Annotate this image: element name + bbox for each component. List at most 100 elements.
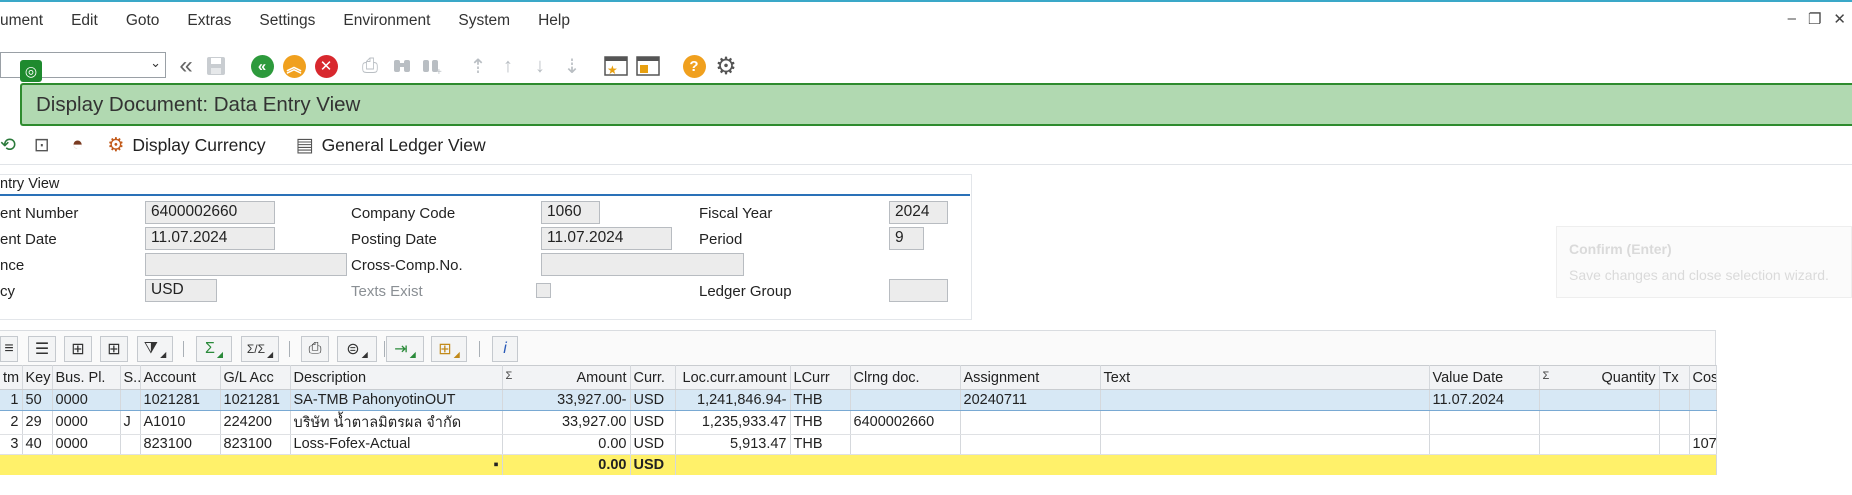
subtotal-icon[interactable]: Σ/Σ ◢ bbox=[241, 336, 279, 362]
cell-value-date bbox=[1429, 410, 1540, 435]
document-date-field[interactable]: 11.07.2024 bbox=[145, 227, 275, 250]
posting-date-field[interactable]: 11.07.2024 bbox=[541, 227, 672, 250]
find-icon[interactable]: ⊞ bbox=[64, 336, 92, 362]
cell-key: 29 bbox=[22, 410, 53, 435]
restore-icon[interactable]: ❐ bbox=[1808, 10, 1821, 28]
save-icon[interactable] bbox=[204, 54, 228, 78]
tooltip-title: Confirm (Enter) bbox=[1569, 241, 1672, 257]
col-assignment[interactable]: Assignment bbox=[960, 365, 1101, 390]
filter-icon[interactable]: ⧩ ◢ bbox=[137, 336, 173, 362]
col-clrng-doc[interactable]: Clrng doc. bbox=[850, 365, 961, 390]
application-toolbar: ⟲ ⊡ ◓ ⚙ Display Currency ▤ General Ledge… bbox=[0, 130, 486, 160]
separator bbox=[183, 341, 184, 357]
print-icon[interactable]: ⎙ bbox=[358, 54, 382, 78]
previous-page-icon[interactable]: ↑ bbox=[496, 54, 520, 78]
col-value-date[interactable]: Value Date bbox=[1429, 365, 1540, 390]
find-next-icon[interactable]: ⊞ bbox=[100, 336, 128, 362]
menu-edit[interactable]: Edit bbox=[57, 12, 112, 30]
general-ledger-view-button[interactable]: General Ledger View bbox=[322, 135, 486, 156]
col-s[interactable]: S... bbox=[120, 365, 141, 390]
find-icon[interactable] bbox=[390, 54, 414, 78]
col-cos[interactable]: Cos bbox=[1689, 365, 1717, 390]
next-page-icon[interactable]: ↓ bbox=[528, 54, 552, 78]
col-key[interactable]: Key bbox=[22, 365, 53, 390]
table-row[interactable]: 1 50 0000 1021281 1021281 SA-TMB Pahonyo… bbox=[0, 389, 1717, 411]
exit-icon[interactable]: ︽ bbox=[282, 54, 306, 78]
last-page-icon[interactable]: ⇣ bbox=[560, 54, 584, 78]
cell-lcurr: THB bbox=[790, 389, 851, 411]
find-next-icon[interactable]: + bbox=[420, 54, 444, 78]
col-tx[interactable]: Tx bbox=[1659, 365, 1690, 390]
back-icon[interactable]: « bbox=[250, 54, 274, 78]
menu-environment[interactable]: Environment bbox=[329, 12, 444, 30]
menu-system[interactable]: System bbox=[444, 12, 524, 30]
table-row[interactable]: 2 29 0000 J A1010 224200 บริษัท น้ำตาลมิ… bbox=[0, 410, 1717, 435]
col-account[interactable]: Account bbox=[140, 365, 221, 390]
document-search-icon[interactable]: ⊡ bbox=[34, 134, 50, 157]
cancel-icon[interactable]: ✕ bbox=[314, 54, 338, 78]
col-description[interactable]: Description bbox=[290, 365, 503, 390]
ledger-group-field[interactable] bbox=[889, 279, 948, 302]
create-session-icon[interactable]: ★ bbox=[604, 54, 628, 78]
layout-icon[interactable]: ⊞ ◢ bbox=[431, 336, 467, 362]
cell-gl-acc: 1021281 bbox=[220, 389, 291, 411]
cell-description: Loss-Fofex-Actual bbox=[290, 434, 503, 455]
view-icon[interactable]: ⊜ ◢ bbox=[337, 336, 377, 362]
chevron-down-icon[interactable]: ⌄ bbox=[150, 55, 161, 71]
menu-goto[interactable]: Goto bbox=[112, 12, 174, 30]
cell-curr: USD bbox=[630, 434, 676, 455]
col-bus-pl[interactable]: Bus. Pl. bbox=[52, 365, 121, 390]
company-code-field[interactable]: 1060 bbox=[541, 201, 600, 224]
cell-gl-acc: 823100 bbox=[220, 434, 291, 455]
refresh-icon[interactable]: ⟲ bbox=[0, 134, 16, 157]
ledger-icon[interactable]: ▤ bbox=[296, 134, 314, 157]
table-header: tm Key Bus. Pl. S... Account G/L Acc Des… bbox=[0, 365, 1717, 390]
col-quantity[interactable]: Σ Quantity bbox=[1539, 365, 1660, 390]
info-icon[interactable]: i bbox=[492, 336, 518, 362]
menu-settings[interactable]: Settings bbox=[245, 12, 329, 30]
menu-help[interactable]: Help bbox=[524, 12, 584, 30]
col-curr[interactable]: Curr. bbox=[630, 365, 676, 390]
col-item[interactable]: tm bbox=[0, 365, 23, 390]
export-icon[interactable]: ⇥ ◢ bbox=[386, 336, 424, 362]
target-icon: ◎ bbox=[20, 60, 42, 82]
hat-icon[interactable]: ◓ bbox=[72, 134, 83, 156]
fiscal-year-field[interactable]: 2024 bbox=[889, 201, 948, 224]
col-amount[interactable]: Σ Amount bbox=[502, 365, 631, 390]
sort-icon[interactable]: ≡ bbox=[0, 336, 18, 362]
cell-clrng-doc: 6400002660 bbox=[850, 410, 961, 435]
close-window-icon[interactable]: ✕ bbox=[1833, 10, 1846, 28]
display-currency-button[interactable]: Display Currency bbox=[132, 135, 265, 156]
total-curr: USD bbox=[630, 454, 676, 475]
cross-comp-field[interactable] bbox=[541, 253, 744, 276]
cell-clrng-doc bbox=[850, 389, 961, 411]
currency-icon[interactable]: ⚙ bbox=[107, 134, 124, 157]
cell-clrng-doc bbox=[850, 434, 961, 455]
period-field[interactable]: 9 bbox=[889, 227, 924, 250]
cell-account: A1010 bbox=[140, 410, 221, 435]
print-icon[interactable]: ⎙ bbox=[301, 336, 329, 362]
col-lcurr[interactable]: LCurr bbox=[790, 365, 851, 390]
section-underline bbox=[0, 194, 970, 196]
col-text[interactable]: Text bbox=[1100, 365, 1430, 390]
menu-extras[interactable]: Extras bbox=[173, 12, 245, 30]
create-shortcut-icon[interactable] bbox=[636, 54, 660, 78]
sort-descending-icon[interactable]: ☰ bbox=[28, 336, 56, 362]
col-gl-acc[interactable]: G/L Acc bbox=[220, 365, 291, 390]
reference-field[interactable] bbox=[145, 253, 347, 276]
minimize-icon[interactable]: – bbox=[1788, 10, 1796, 28]
menu-bar: ument Edit Goto Extras Settings Environm… bbox=[0, 4, 1852, 38]
col-loc-amount[interactable]: Loc.curr.amount bbox=[675, 365, 791, 390]
document-number-field[interactable]: 6400002660 bbox=[145, 201, 275, 224]
sum-icon[interactable]: Σ ◢ bbox=[196, 336, 232, 362]
first-page-icon[interactable]: ⇡ bbox=[466, 54, 490, 78]
svg-text:+: + bbox=[436, 67, 442, 76]
currency-field[interactable]: USD bbox=[145, 279, 217, 302]
window-controls: – ❐ ✕ bbox=[1788, 10, 1846, 28]
double-chevron-left-icon[interactable]: « bbox=[174, 52, 198, 79]
menu-document[interactable]: ument bbox=[0, 12, 57, 30]
table-row[interactable]: 3 40 0000 823100 823100 Loss-Fofex-Actua… bbox=[0, 434, 1717, 455]
gear-icon[interactable]: ⚙ bbox=[714, 53, 738, 80]
cell-amount: 33,927.00 bbox=[502, 410, 631, 435]
help-icon[interactable]: ? bbox=[682, 54, 706, 78]
